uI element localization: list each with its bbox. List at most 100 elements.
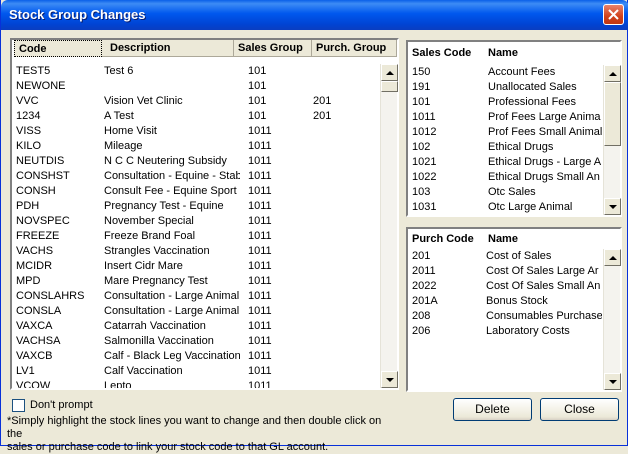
scroll-down-button[interactable]: [604, 373, 621, 390]
delete-button[interactable]: Delete: [453, 398, 532, 421]
purch-name-cell: Bonus Stock: [486, 295, 548, 307]
stock-table-row[interactable]: VACHS Strangles Vaccination 1011: [12, 244, 380, 259]
stock-description: Calf - Black Leg Vaccination: [104, 350, 240, 362]
stock-table-row[interactable]: VVC Vision Vet Clinic 101 201: [12, 94, 380, 109]
sales-table-row[interactable]: 103 Otc Sales: [408, 185, 603, 200]
scroll-thumb[interactable]: [381, 81, 398, 92]
title-bar[interactable]: Stock Group Changes: [1, 0, 628, 30]
column-header-code[interactable]: Code: [14, 40, 102, 57]
purch-code-cell: 201A: [412, 295, 438, 307]
stock-table-row[interactable]: TEST5 Test 6 101: [12, 64, 380, 79]
chevron-down-icon: [386, 378, 394, 382]
purch-code-list[interactable]: Purch Code Name 201 Cost of Sales 2011 Cost…: [406, 227, 622, 392]
stock-table-row[interactable]: VCOW Lepto 1011: [12, 379, 380, 388]
stock-table-row[interactable]: VAXCA Catarrah Vaccination 1011: [12, 319, 380, 334]
stock-table-row[interactable]: MPD Mare Pregnancy Test 1011: [12, 274, 380, 289]
purch-table-row[interactable]: 208 Consumables Purchase: [408, 309, 603, 324]
scroll-up-button[interactable]: [381, 64, 398, 81]
stock-table-row[interactable]: NOVSPEC November Special 1011: [12, 214, 380, 229]
stock-table-row[interactable]: CONSHST Consultation - Equine - Stabl 1011: [12, 169, 380, 184]
stock-sales-group: 101: [248, 110, 267, 122]
purch-code-cell: 201: [412, 250, 431, 262]
column-header-description[interactable]: Description: [102, 40, 234, 57]
sales-table-row[interactable]: 102 Ethical Drugs: [408, 140, 603, 155]
stock-sales-group: 1011: [248, 200, 272, 212]
scroll-up-button[interactable]: [604, 65, 621, 82]
stock-list-scrollbar[interactable]: [380, 64, 398, 388]
stock-group-changes-window: Stock Group Changes Code Description Sal…: [0, 0, 628, 453]
stock-sales-group: 1011: [248, 365, 272, 377]
scroll-down-button[interactable]: [381, 371, 398, 388]
purch-name-cell: Laboratory Costs: [486, 325, 570, 337]
stock-table-row[interactable]: FREEZE Freeze Brand Foal 1011: [12, 229, 380, 244]
sales-list-scrollbar[interactable]: [603, 65, 621, 215]
column-header-purch-name[interactable]: Name: [484, 229, 604, 249]
stock-table-row[interactable]: CONSLA Consultation - Large Animal 1011: [12, 304, 380, 319]
stock-code: MCIDR: [16, 260, 53, 272]
stock-table-row[interactable]: NEUTDIS N C C Neutering Subsidy 1011: [12, 154, 380, 169]
stock-description: Mileage: [104, 140, 143, 152]
stock-code: MPD: [16, 275, 41, 287]
stock-code: CONSLAHRS: [16, 290, 85, 302]
purch-name-cell: Consumables Purchase: [486, 310, 602, 322]
sales-table-row[interactable]: 101 Professional Fees: [408, 95, 603, 110]
column-header-sales-code[interactable]: Sales Code: [408, 42, 484, 64]
purch-table-row[interactable]: 201 Cost of Sales: [408, 249, 603, 264]
column-header-purch-group[interactable]: Purch. Group: [312, 40, 397, 57]
stock-table-row[interactable]: VAXCB Calf - Black Leg Vaccination 1011: [12, 349, 380, 364]
stock-description: Vision Vet Clinic: [104, 95, 183, 107]
sales-table-row[interactable]: 191 Unallocated Sales: [408, 80, 603, 95]
chevron-down-icon: [609, 205, 617, 209]
stock-table-row[interactable]: KILO Mileage 1011: [12, 139, 380, 154]
sales-code-cell: 101: [412, 96, 431, 108]
stock-description: Consultation - Equine - Stabl: [104, 170, 240, 182]
close-button[interactable]: Close: [540, 398, 619, 421]
stock-table-row[interactable]: CONSLAHRS Consultation - Large Animal / 10…: [12, 289, 380, 304]
stock-table-row[interactable]: NEWONE 101: [12, 79, 380, 94]
purch-table-row[interactable]: 206 Laboratory Costs: [408, 324, 603, 339]
purch-list-scrollbar[interactable]: [603, 249, 621, 390]
sales-name-cell: Ethical Drugs - Large A: [488, 156, 602, 168]
column-header-sales-name[interactable]: Name: [484, 42, 604, 64]
stock-sales-group: 1011: [248, 215, 272, 227]
window-close-button[interactable]: [603, 4, 624, 25]
sales-code-cell: 150: [412, 66, 431, 78]
stock-table-row[interactable]: VISS Home Visit 1011: [12, 124, 380, 139]
stock-table-row[interactable]: VACHSA Salmonilla Vaccination 1011: [12, 334, 380, 349]
sales-table-row[interactable]: 1031 Otc Large Animal: [408, 200, 603, 215]
stock-code: PDH: [16, 200, 40, 212]
stock-code: CONSH: [16, 185, 56, 197]
stock-list[interactable]: Code Description Sales Group Purch. Grou…: [10, 38, 399, 390]
chevron-up-icon: [609, 72, 617, 76]
purch-table-row[interactable]: 201A Bonus Stock: [408, 294, 603, 309]
stock-sales-group: 1011: [248, 290, 272, 302]
stock-table-row[interactable]: MCIDR Insert Cidr Mare 1011: [12, 259, 380, 274]
sales-table-row[interactable]: 1021 Ethical Drugs - Large A: [408, 155, 603, 170]
stock-code: 1234: [16, 110, 41, 122]
sales-code-list[interactable]: Sales Code Name 150 Account Fees 191 Unallo…: [406, 40, 622, 217]
purch-code-cell: 2011: [412, 265, 436, 277]
dont-prompt-checkbox[interactable]: [12, 399, 25, 412]
dont-prompt-label[interactable]: Don't prompt: [30, 399, 93, 411]
scroll-down-button[interactable]: [604, 198, 621, 215]
stock-description: Test 6: [104, 65, 134, 77]
sales-code-cell: 102: [412, 141, 431, 153]
sales-table-row[interactable]: 1022 Ethical Drugs Small An: [408, 170, 603, 185]
stock-code: VACHS: [16, 245, 54, 257]
sales-table-row[interactable]: 1011 Prof Fees Large Anima: [408, 110, 603, 125]
stock-table-row[interactable]: PDH Pregnancy Test - Equine 1011: [12, 199, 380, 214]
stock-table-row[interactable]: 1234 A Test 101 201: [12, 109, 380, 124]
stock-sales-group: 1011: [248, 320, 272, 332]
stock-table-row[interactable]: LV1 Calf Vaccination 1011: [12, 364, 380, 379]
purch-table-row[interactable]: 2022 Cost Of Sales Small An: [408, 279, 603, 294]
column-header-purch-code[interactable]: Purch Code: [408, 229, 484, 249]
chevron-up-icon: [386, 71, 394, 75]
sales-table-row[interactable]: 1012 Prof Fees Small Animal: [408, 125, 603, 140]
stock-sales-group: 1011: [248, 140, 272, 152]
scroll-thumb[interactable]: [604, 82, 621, 146]
sales-table-row[interactable]: 150 Account Fees: [408, 65, 603, 80]
purch-table-row[interactable]: 2011 Cost Of Sales Large Ar: [408, 264, 603, 279]
stock-table-row[interactable]: CONSH Consult Fee - Equine Sport 1011: [12, 184, 380, 199]
scroll-up-button[interactable]: [604, 249, 621, 266]
column-header-sales-group[interactable]: Sales Group: [234, 40, 312, 57]
